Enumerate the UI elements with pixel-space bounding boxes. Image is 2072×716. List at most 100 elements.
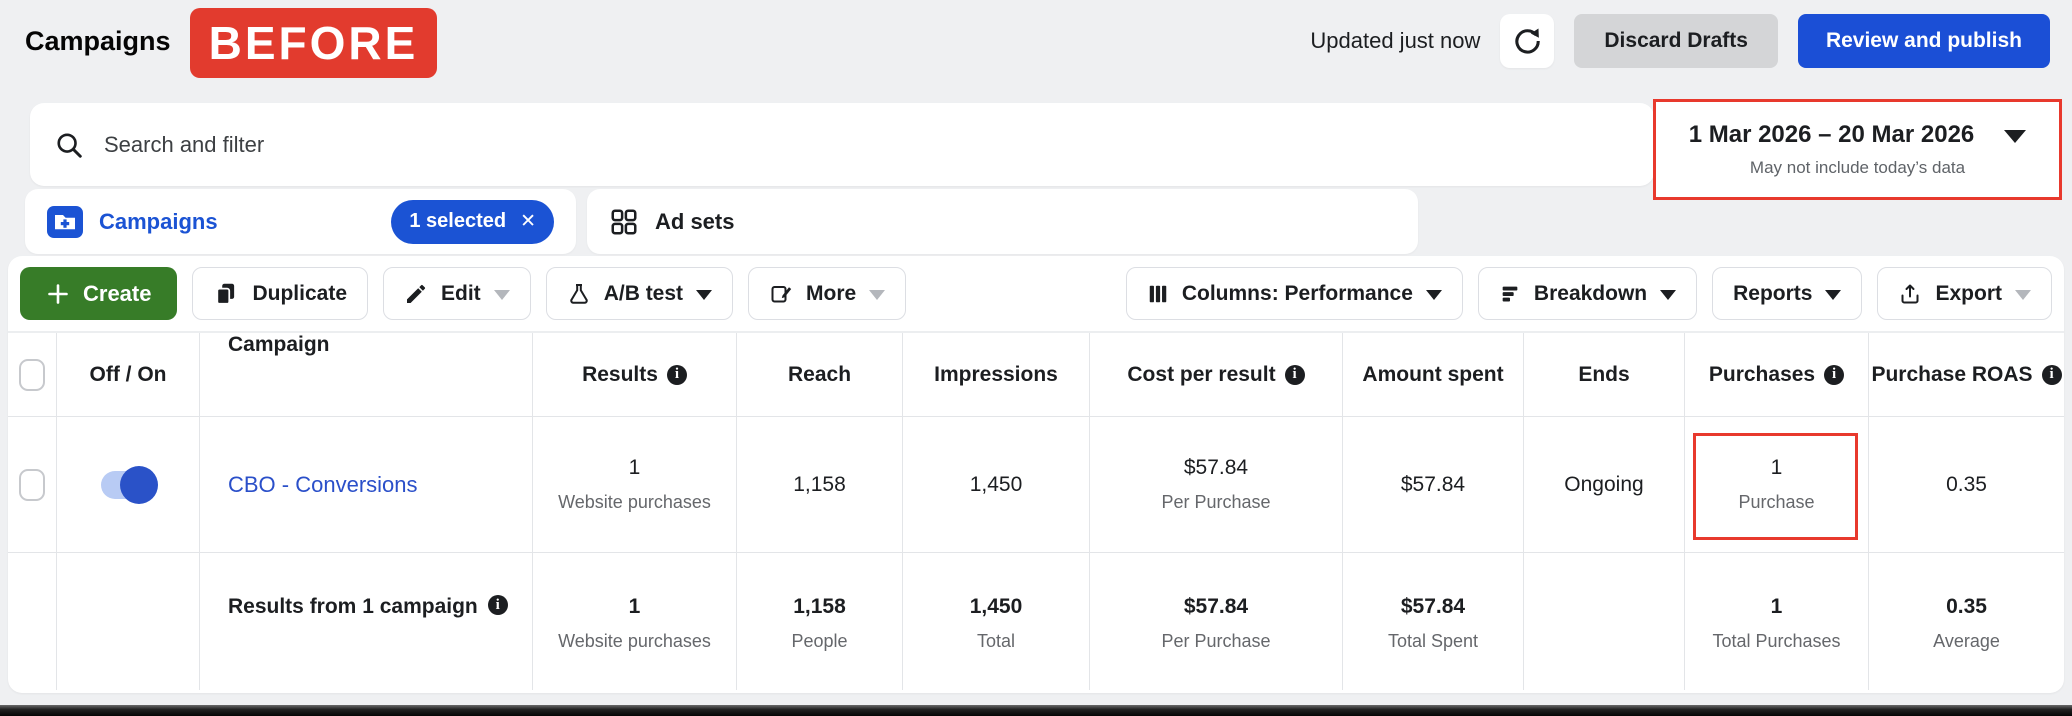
row-select-cell	[8, 417, 57, 552]
info-icon[interactable]	[2042, 365, 2062, 385]
amount-spent-value: $57.84	[1401, 473, 1465, 497]
export-label: Export	[1935, 282, 2002, 306]
chevron-down-icon	[869, 290, 885, 300]
row-amount-spent-cell: $57.84	[1343, 417, 1524, 552]
column-header-results[interactable]: Results	[533, 333, 737, 416]
column-header-purchases[interactable]: Purchases	[1685, 333, 1869, 416]
row-ends-cell: Ongoing	[1524, 417, 1685, 552]
tab-ad-sets-label: Ad sets	[655, 209, 734, 235]
purchases-annotation-box	[1693, 433, 1858, 540]
column-header-reach[interactable]: Reach	[737, 333, 903, 416]
header-actions: Updated just now Discard Drafts Review a…	[1310, 14, 2050, 68]
info-icon[interactable]	[1824, 365, 1844, 385]
column-header-impressions[interactable]: Impressions	[903, 333, 1090, 416]
columns-icon	[1147, 283, 1169, 305]
summary-amount-spent-value: $57.84	[1401, 595, 1465, 619]
before-badge-label: BEFORE	[209, 16, 419, 70]
row-purchase-roas-cell: 0.35	[1869, 417, 2064, 552]
edit-label: Edit	[441, 282, 481, 306]
date-range-note: May not include today’s data	[1750, 158, 1965, 178]
selected-count-pill[interactable]: 1 selected	[391, 200, 554, 244]
row-checkbox[interactable]	[19, 469, 45, 501]
breakdown-button[interactable]: Breakdown	[1478, 267, 1697, 320]
summary-amount-spent-cell: $57.84 Total Spent	[1343, 553, 1524, 690]
info-icon[interactable]	[667, 365, 687, 385]
ends-value: Ongoing	[1564, 473, 1643, 497]
campaigns-panel: Create Duplicate Edit	[8, 256, 2064, 693]
summary-impressions-cell: 1,450 Total	[903, 553, 1090, 690]
more-button[interactable]: More	[748, 267, 906, 320]
updated-status: Updated just now	[1310, 28, 1480, 54]
tab-ad-sets[interactable]: Ad sets	[587, 189, 1418, 254]
chevron-down-icon	[2015, 290, 2031, 300]
summary-title-cell: Results from 1 campaign	[200, 553, 533, 690]
reports-button[interactable]: Reports	[1712, 267, 1862, 320]
column-header-cost-per-result[interactable]: Cost per result	[1090, 333, 1343, 416]
columns-label: Columns: Performance	[1182, 282, 1413, 306]
purchases-value: 1	[1771, 456, 1783, 480]
summary-reach-sublabel: People	[791, 631, 847, 652]
row-results-cell: 1 Website purchases	[533, 417, 737, 552]
purchase-roas-value: 0.35	[1946, 473, 1987, 497]
search-icon	[54, 130, 84, 160]
chevron-down-icon	[1660, 290, 1676, 300]
search-bar	[30, 103, 1654, 186]
refresh-icon	[1511, 25, 1543, 57]
discard-drafts-button[interactable]: Discard Drafts	[1574, 14, 1778, 68]
select-all-checkbox[interactable]	[19, 359, 45, 391]
table-header-row: Off / On Campaign Results Reach Impressi…	[8, 333, 2064, 417]
search-input[interactable]	[104, 132, 1630, 158]
table-row: CBO - Conversions 1 Website purchases 1,…	[8, 417, 2064, 553]
toolbar-right: Columns: Performance Breakdown	[1126, 267, 2052, 320]
info-icon[interactable]	[1285, 365, 1305, 385]
summary-results-value: 1	[629, 595, 641, 619]
reports-label: Reports	[1733, 282, 1812, 306]
results-value: 1	[629, 456, 641, 480]
chevron-down-icon	[696, 290, 712, 300]
page-title: Campaigns	[25, 26, 171, 57]
chevron-down-icon	[1426, 290, 1442, 300]
selected-count-label: 1 selected	[409, 210, 506, 233]
column-label: Campaign	[228, 333, 330, 357]
columns-button[interactable]: Columns: Performance	[1126, 267, 1463, 320]
column-label: Reach	[788, 363, 851, 387]
column-label: Results	[582, 363, 658, 387]
row-impressions-cell: 1,450	[903, 417, 1090, 552]
export-button[interactable]: Export	[1877, 267, 2052, 320]
summary-purchases-cell: 1 Total Purchases	[1685, 553, 1869, 690]
summary-cost-per-result-cell: $57.84 Per Purchase	[1090, 553, 1343, 690]
info-icon[interactable]	[488, 595, 508, 615]
summary-results-sublabel: Website purchases	[558, 631, 711, 652]
chevron-down-icon	[494, 290, 510, 300]
duplicate-icon	[213, 281, 239, 307]
header-select-all	[8, 333, 57, 416]
summary-purchase-roas-sublabel: Average	[1933, 631, 2000, 652]
flask-icon	[567, 282, 591, 306]
chevron-down-icon	[1825, 290, 1841, 300]
campaign-name-link[interactable]: CBO - Conversions	[228, 472, 418, 498]
column-header-off-on[interactable]: Off / On	[57, 333, 200, 416]
column-header-purchase-roas[interactable]: Purchase ROAS	[1869, 333, 2064, 416]
date-range-selector[interactable]: 1 Mar 2026 – 20 Mar 2026 May not include…	[1653, 99, 2062, 200]
cost-per-result-value: $57.84	[1184, 456, 1248, 480]
row-cost-per-result-cell: $57.84 Per Purchase	[1090, 417, 1343, 552]
column-label: Amount spent	[1362, 363, 1503, 387]
review-and-publish-label: Review and publish	[1826, 29, 2022, 53]
column-header-ends[interactable]: Ends	[1524, 333, 1685, 416]
duplicate-button[interactable]: Duplicate	[192, 267, 368, 320]
column-header-amount-spent[interactable]: Amount spent	[1343, 333, 1524, 416]
column-label: Impressions	[934, 363, 1058, 387]
column-label: Purchase ROAS	[1871, 363, 2032, 387]
column-label: Ends	[1578, 363, 1629, 387]
review-and-publish-button[interactable]: Review and publish	[1798, 14, 2050, 68]
refresh-button[interactable]	[1500, 14, 1554, 68]
create-button[interactable]: Create	[20, 267, 177, 320]
clear-selection-icon[interactable]	[520, 210, 536, 233]
export-icon	[1898, 282, 1922, 306]
edit-button[interactable]: Edit	[383, 267, 531, 320]
tab-campaigns[interactable]: Campaigns 1 selected	[25, 189, 576, 254]
ab-test-button[interactable]: A/B test	[546, 267, 733, 320]
ad-sets-grid-icon	[609, 207, 639, 237]
campaign-toggle-on[interactable]	[101, 471, 155, 499]
column-header-campaign[interactable]: Campaign	[200, 333, 533, 416]
